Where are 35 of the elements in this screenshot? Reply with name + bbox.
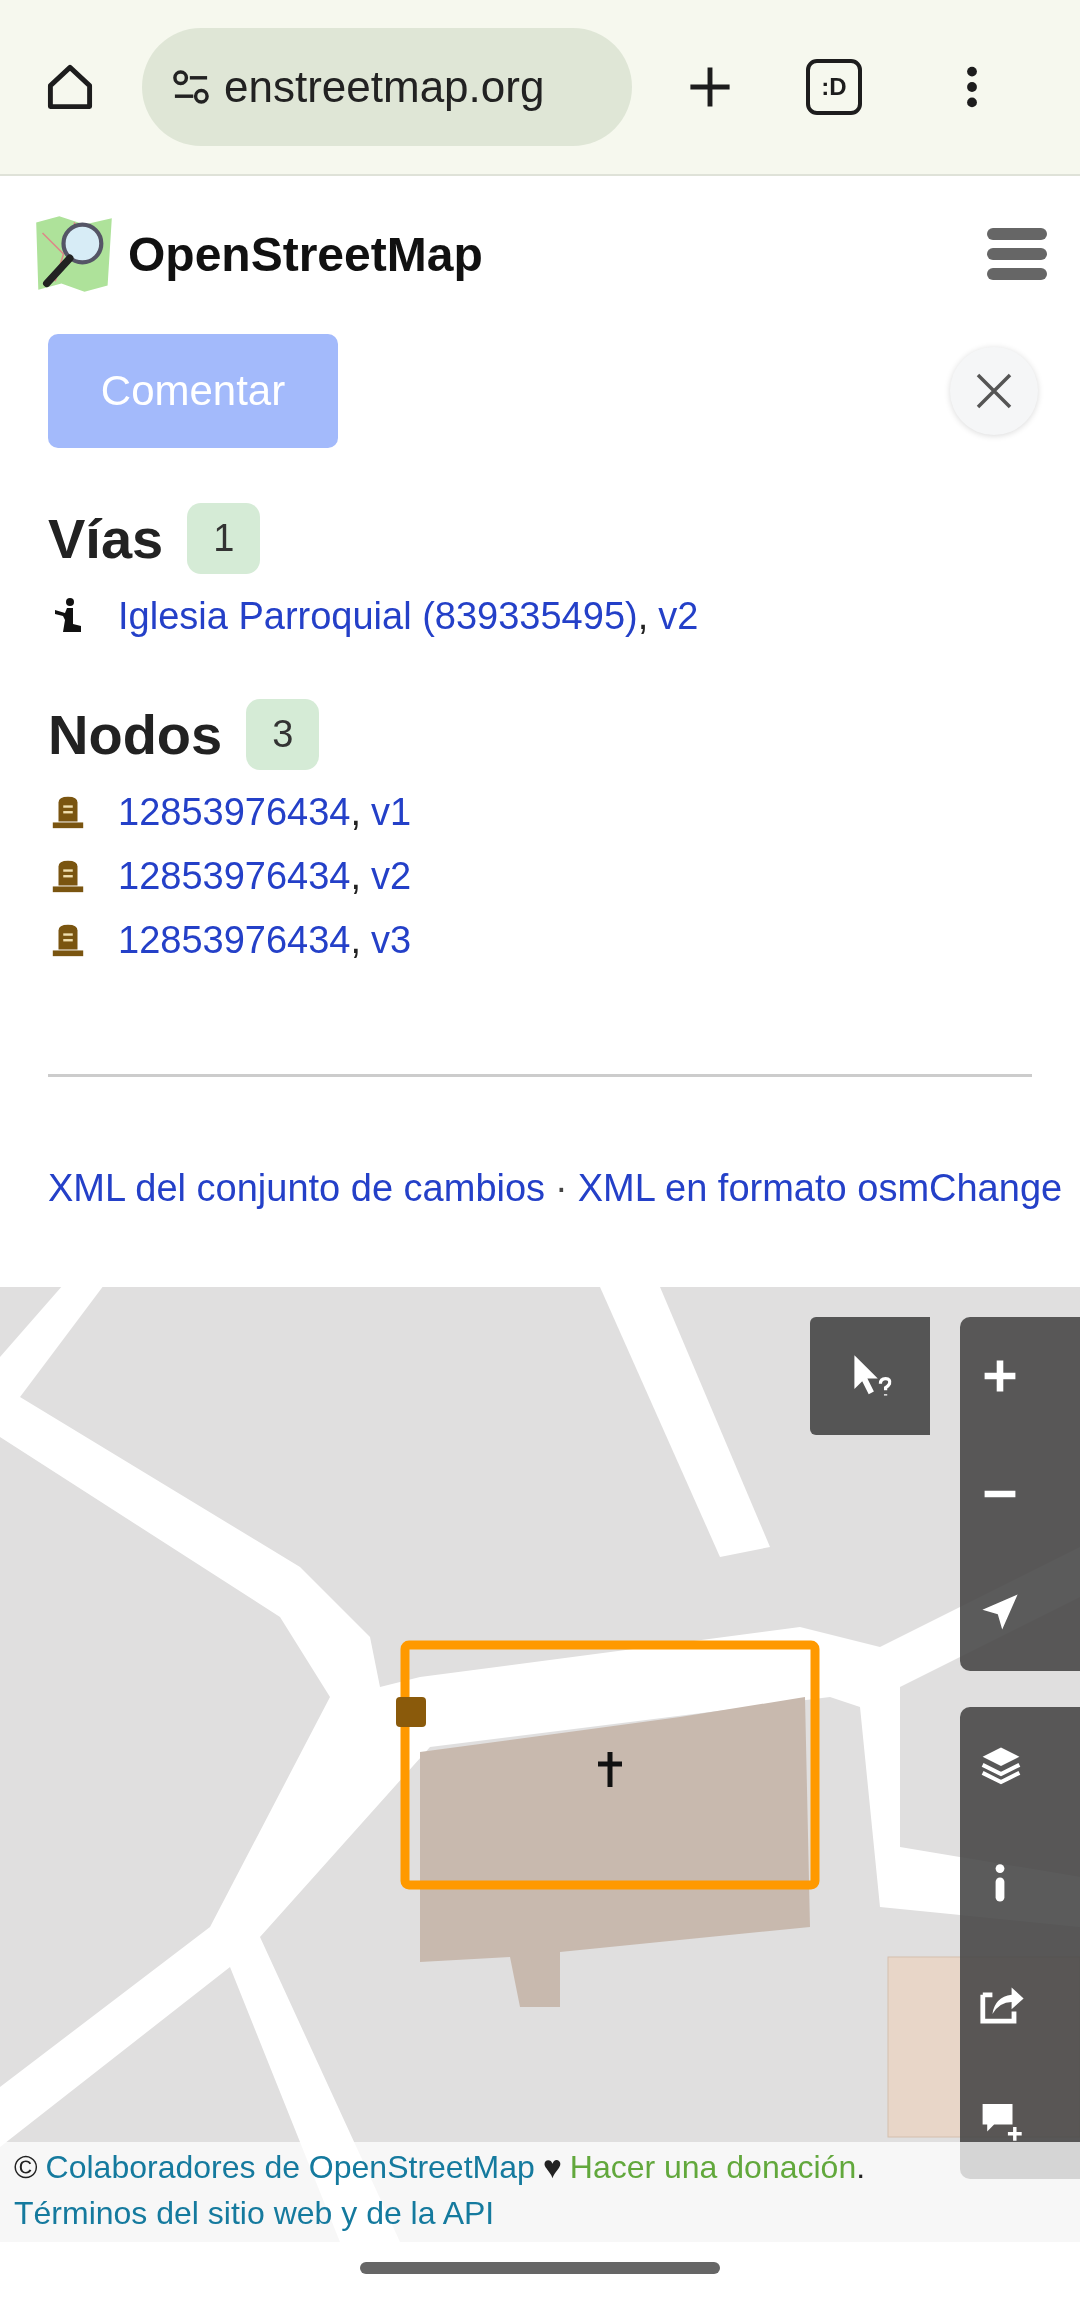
zoom-in-button[interactable] <box>960 1317 1080 1435</box>
version-link[interactable]: v2 <box>658 594 699 638</box>
download-link[interactable]: XML del conjunto de cambios <box>48 1167 546 1209</box>
query-features-button[interactable] <box>810 1317 930 1435</box>
element-link[interactable]: 12853976434 <box>118 918 351 962</box>
close-icon[interactable] <box>974 371 1014 411</box>
comma: , <box>350 918 362 962</box>
site-title[interactable]: OpenStreetMap <box>128 226 483 282</box>
version-link[interactable]: v1 <box>371 790 412 834</box>
period: . <box>856 2148 866 2187</box>
separator-dot: · <box>555 1167 568 1209</box>
version-link[interactable]: v2 <box>371 854 412 898</box>
comma: , <box>350 790 362 834</box>
count-badge: 1 <box>187 502 261 574</box>
version-link[interactable]: v3 <box>371 918 412 962</box>
copyright-sign: © <box>14 2148 38 2187</box>
comma: , <box>637 594 649 638</box>
section-heading: Vías <box>48 505 164 571</box>
menu-icon[interactable] <box>986 226 1048 282</box>
element-link[interactable]: 12853976434 <box>118 854 351 898</box>
heart-glyph: ♥ <box>542 2148 562 2187</box>
element-link[interactable]: 12853976434 <box>118 790 351 834</box>
count-badge: 3 <box>246 698 320 770</box>
element-link[interactable]: Iglesia Parroquial (839335495) <box>118 594 638 638</box>
download-link[interactable]: XML en formato osmChange <box>577 1167 1063 1209</box>
section-heading: Nodos <box>48 701 223 767</box>
tab-switcher-button[interactable]: :D <box>806 59 862 115</box>
close-button[interactable] <box>950 347 1038 435</box>
layers-button[interactable] <box>960 1707 1080 1825</box>
locate-button[interactable] <box>960 1553 1080 1671</box>
comma: , <box>350 854 362 898</box>
address-bar[interactable]: enstreetmap.org <box>142 28 632 146</box>
url-text: enstreetmap.org <box>224 62 545 112</box>
contributors-link[interactable]: Colaboradores de OpenStreetMap <box>45 2144 535 2190</box>
terms-link[interactable]: Términos del sitio web y de la API <box>14 2190 495 2236</box>
